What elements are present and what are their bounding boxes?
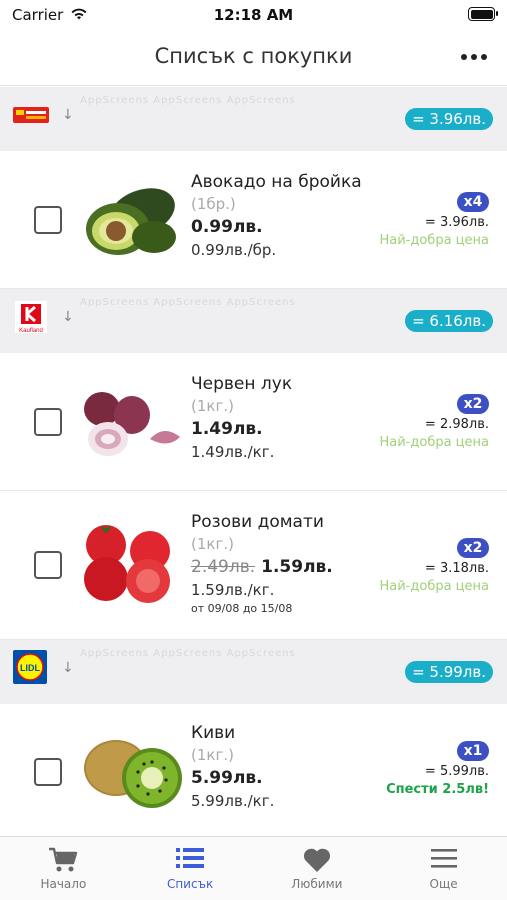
- product-info: Авокадо на бройка (1бр.) 0.99лв. 0.99лв.…: [191, 171, 362, 261]
- product-price: 5.99лв.: [191, 768, 263, 788]
- svg-text:Kaufland: Kaufland: [19, 328, 43, 334]
- store-total-badge: = 6.16лв.: [405, 310, 493, 332]
- store-header-billa[interactable]: AppScreens AppScreens AppScreens ↓ = 3.9…: [0, 87, 507, 151]
- kaufland-logo: Kaufland: [15, 301, 47, 334]
- tab-label: Списък: [166, 877, 214, 891]
- menu-icon: [430, 849, 457, 868]
- store-header-lidl[interactable]: AppScreens AppScreens AppScreens LIDL ↓ …: [0, 640, 507, 704]
- clock: 12:18 AM: [213, 6, 294, 24]
- billa-logo: [13, 107, 49, 123]
- watermark: AppScreens AppScreens AppScreens: [80, 297, 296, 308]
- product-unit-price: 0.99лв./бр.: [191, 241, 277, 259]
- avocado-image: [86, 188, 176, 255]
- product-name: Розови домати: [191, 512, 324, 532]
- product-info: Розови домати (1кг.) 2.49лв. 1.59лв. 1.59…: [191, 511, 333, 617]
- heart-icon: [303, 848, 330, 872]
- product-info: Червен лук (1кг.) 1.49лв. 1.49лв./кг.: [191, 373, 292, 463]
- svg-text:LIDL: LIDL: [20, 663, 40, 673]
- product-name: Киви: [191, 723, 236, 743]
- list-item[interactable]: Червен лук (1кг.) 1.49лв. 1.49лв./кг. x2…: [0, 353, 507, 491]
- red-onion-image: [84, 392, 180, 456]
- item-checkbox[interactable]: [34, 408, 62, 436]
- tab-home[interactable]: Начало: [0, 837, 127, 900]
- tab-bar: Начало Списък Любими Още: [0, 836, 507, 900]
- sort-arrow-icon[interactable]: ↓: [62, 107, 74, 123]
- item-checkbox[interactable]: [34, 551, 62, 579]
- product-price: 1.49лв.: [191, 419, 263, 439]
- tomatoes-image: [84, 525, 170, 603]
- product-unit-price: 5.99лв./кг.: [191, 792, 275, 810]
- row-total: = 2.98лв.: [424, 417, 489, 432]
- list-item[interactable]: Розови домати (1кг.) 2.49лв. 1.59лв. 1.59…: [0, 491, 507, 640]
- list-icon: [176, 848, 205, 868]
- row-total: = 3.96лв.: [424, 215, 489, 230]
- item-checkbox[interactable]: [34, 206, 62, 234]
- watermark: AppScreens AppScreens AppScreens: [80, 95, 296, 106]
- product-unit-price: 1.59лв./кг.: [191, 581, 275, 599]
- battery-icon: [468, 7, 498, 21]
- product-price: 0.99лв.: [191, 217, 263, 237]
- tab-list[interactable]: Списък: [127, 837, 254, 900]
- price-summary: x2 = 3.18лв. Най-добра цена: [379, 537, 489, 596]
- quantity-badge[interactable]: x2: [457, 538, 489, 558]
- product-unit: (1кг.): [191, 746, 234, 764]
- savings-label: Спести 2.5лв!: [386, 782, 489, 797]
- old-price: 2.49лв.: [191, 557, 256, 577]
- quantity-badge[interactable]: x2: [457, 394, 489, 414]
- price-summary: x1 = 5.99лв. Спести 2.5лв!: [386, 740, 489, 799]
- row-total: = 5.99лв.: [424, 764, 489, 779]
- status-bar: Carrier 12:18 AM: [0, 0, 507, 30]
- price-summary: x2 = 2.98лв. Най-добра цена: [379, 393, 489, 452]
- product-unit-price: 1.49лв./кг.: [191, 443, 275, 461]
- best-price-label: Най-добра цена: [379, 435, 489, 450]
- store-total-badge: = 3.96лв.: [405, 108, 493, 130]
- item-checkbox[interactable]: [34, 758, 62, 786]
- best-price-label: Най-добра цена: [379, 233, 489, 248]
- tab-favorites[interactable]: Любими: [254, 837, 381, 900]
- list-item[interactable]: Киви (1кг.) 5.99лв. 5.99лв./кг. x1 = 5.9…: [0, 704, 507, 836]
- quantity-badge[interactable]: x4: [457, 192, 489, 212]
- nav-bar: Списък с покупки: [0, 30, 507, 86]
- more-options-icon[interactable]: [461, 54, 487, 60]
- store-total-badge: = 5.99лв.: [405, 661, 493, 683]
- watermark: AppScreens AppScreens AppScreens: [80, 648, 296, 659]
- store-header-kaufland[interactable]: AppScreens AppScreens AppScreens Kauflan…: [0, 289, 507, 353]
- sort-arrow-icon[interactable]: ↓: [62, 660, 74, 676]
- price-summary: x4 = 3.96лв. Най-добра цена: [379, 191, 489, 250]
- page-title: Списък с покупки: [154, 44, 353, 68]
- kiwi-image: [84, 740, 182, 808]
- product-name: Авокадо на бройка: [191, 172, 362, 192]
- quantity-badge[interactable]: x1: [457, 741, 489, 761]
- product-info: Киви (1кг.) 5.99лв. 5.99лв./кг.: [191, 722, 274, 812]
- tab-label: Начало: [40, 877, 87, 891]
- best-price-label: Най-добра цена: [379, 579, 489, 594]
- promo-dates: от 09/08 до 15/08: [191, 602, 293, 615]
- cart-icon: [49, 847, 78, 872]
- tab-label: Още: [429, 877, 458, 891]
- product-unit: (1кг.): [191, 535, 234, 553]
- sort-arrow-icon[interactable]: ↓: [62, 309, 74, 325]
- list-item[interactable]: Авокадо на бройка (1бр.) 0.99лв. 0.99лв.…: [0, 151, 507, 289]
- product-name: Червен лук: [191, 374, 293, 394]
- product-unit: (1бр.): [191, 195, 236, 213]
- lidl-logo: LIDL: [13, 650, 47, 684]
- product-price: 1.59лв.: [261, 557, 333, 577]
- tab-more[interactable]: Още: [380, 837, 507, 900]
- tab-label: Любими: [291, 877, 343, 891]
- product-price-line: 2.49лв. 1.59лв.: [191, 555, 333, 579]
- product-unit: (1кг.): [191, 397, 234, 415]
- row-total: = 3.18лв.: [424, 561, 489, 576]
